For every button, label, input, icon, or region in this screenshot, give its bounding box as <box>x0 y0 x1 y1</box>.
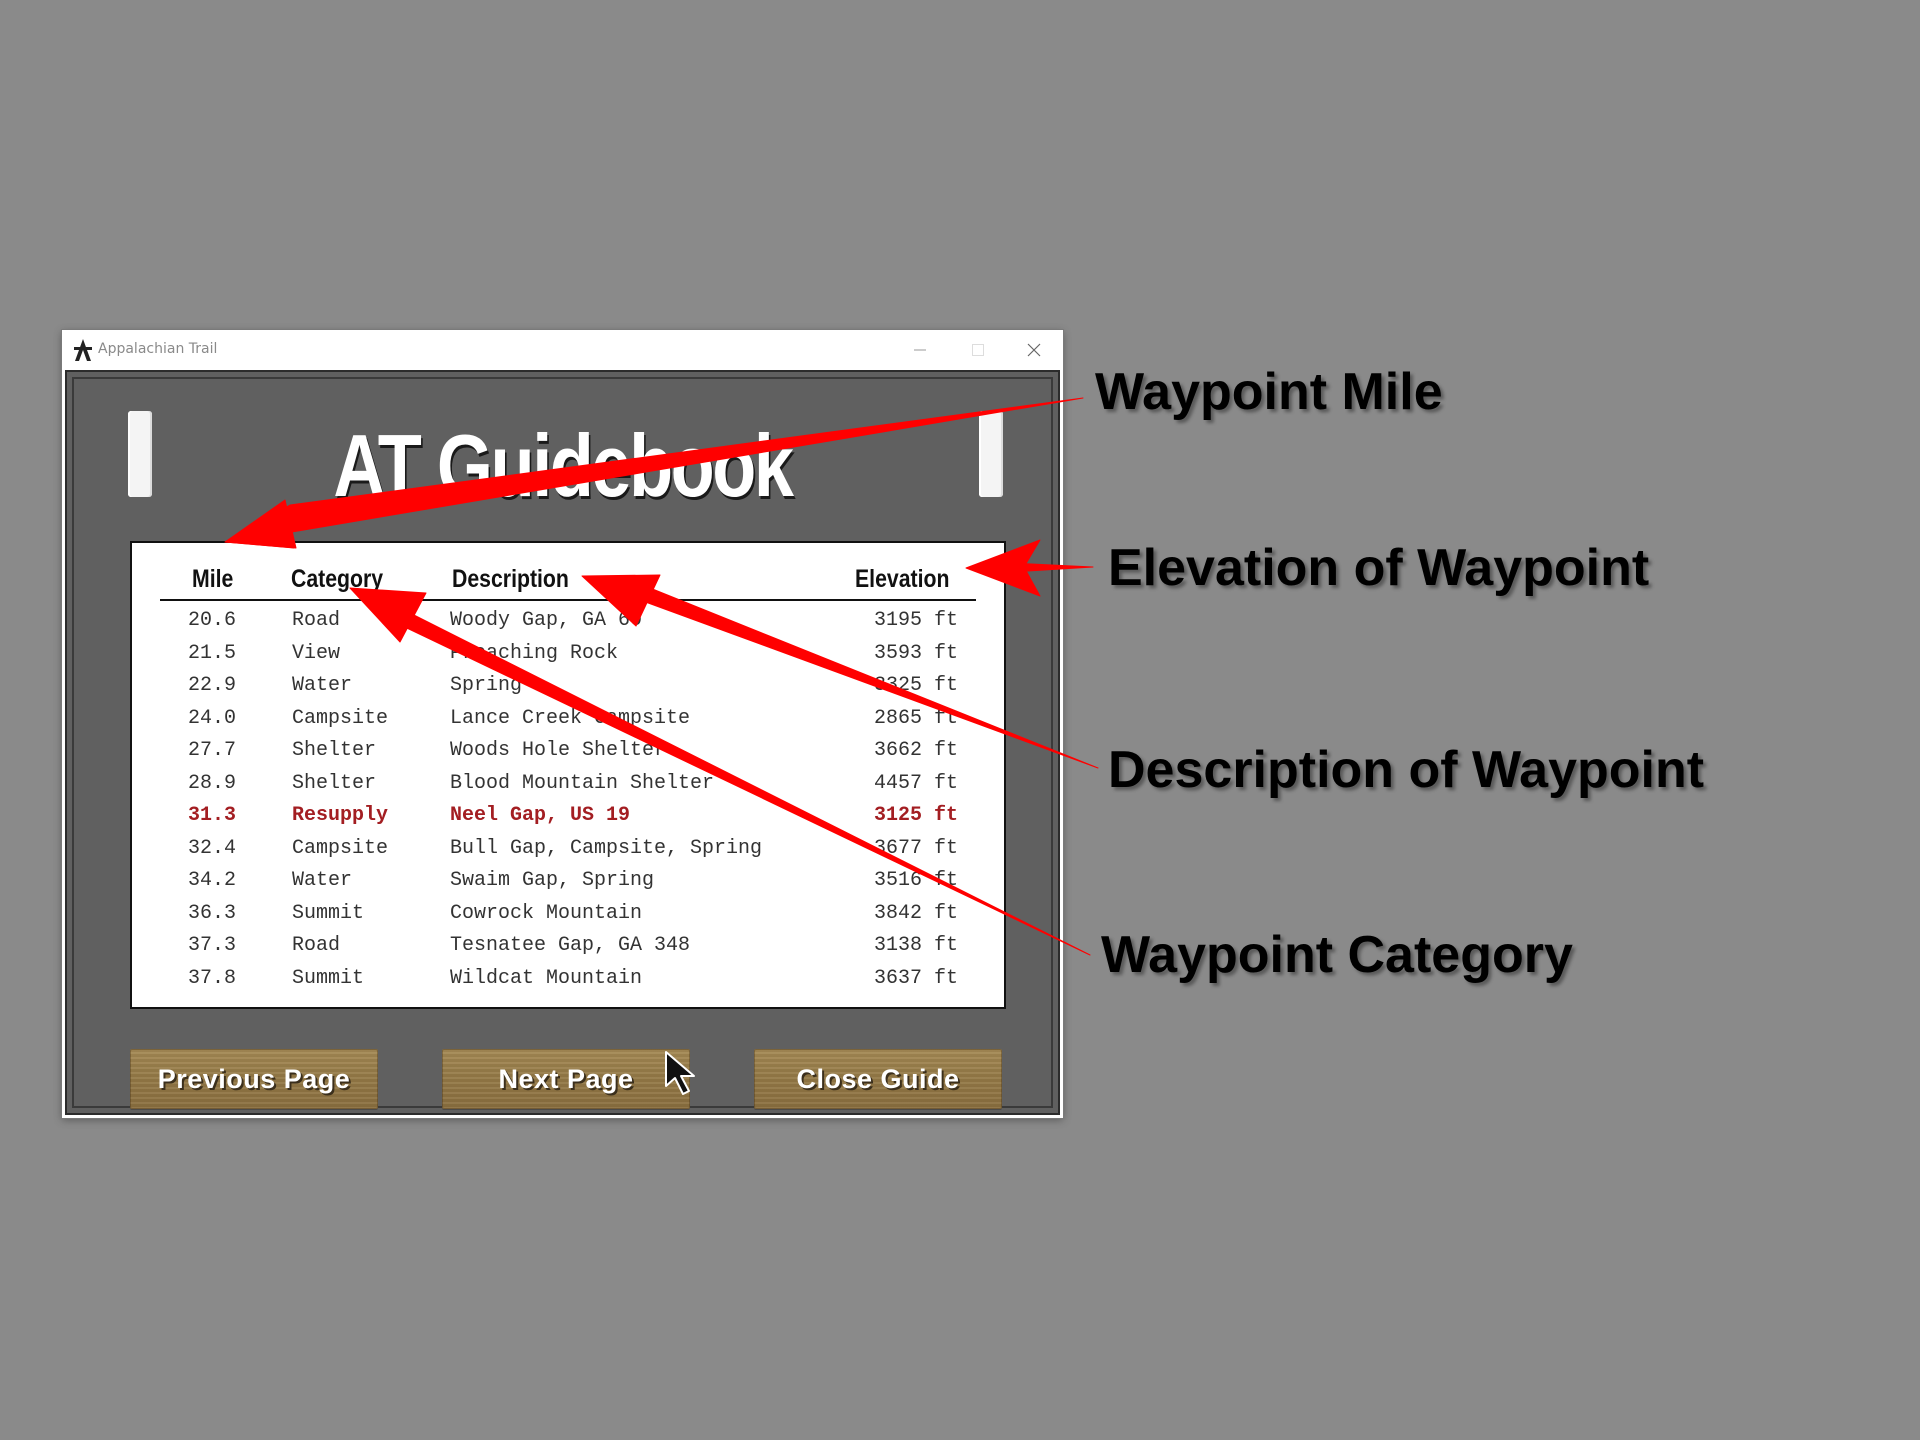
cell-elevation: 3662 ft <box>873 739 958 762</box>
cell-description: Preaching Rock <box>450 641 619 665</box>
cell-mile: 27.7 <box>188 739 237 762</box>
table-row: 20.6 Road Woody Gap, GA 60 3195 ft <box>132 605 1004 637</box>
close-icon <box>1027 343 1041 357</box>
table-row-highlighted: 31.3 Resupply Neel Gap, US 19 3125 ft <box>132 800 1004 832</box>
cell-description: Lance Creek Campsite <box>450 706 691 730</box>
table-row: 36.3 Summit Cowrock Mountain 3842 ft <box>132 898 1004 930</box>
cell-description: Tesnatee Gap, GA 348 <box>450 934 691 957</box>
cell-description: Woody Gap, GA 60 <box>450 609 643 632</box>
cell-category: Summit <box>292 901 365 925</box>
cell-description: Bull Gap, Campsite, Spring <box>450 836 763 860</box>
cell-category: View <box>292 641 341 665</box>
cell-mile: 34.2 <box>188 869 237 892</box>
mouse-cursor-icon <box>665 1051 695 1095</box>
cell-mile: 24.0 <box>188 706 237 730</box>
cell-elevation: 3677 ft <box>873 836 958 860</box>
cell-mile: 36.3 <box>188 901 237 925</box>
cell-elevation: 3637 ft <box>873 966 958 990</box>
previous-page-button[interactable]: Previous Page <box>130 1049 378 1109</box>
column-header-mile: Mile <box>192 565 234 593</box>
minimize-button[interactable] <box>891 330 949 370</box>
guide-panel: AT Guidebook Mile Category Description E… <box>65 370 1060 1115</box>
cell-category: Road <box>292 934 341 957</box>
cell-description: Swaim Gap, Spring <box>450 869 655 892</box>
cell-mile: 28.9 <box>188 771 237 795</box>
minimize-icon <box>914 349 926 351</box>
cell-description: Wildcat Mountain <box>450 966 643 990</box>
cell-category: Resupply <box>292 804 389 827</box>
cell-elevation: 3325 ft <box>873 674 958 697</box>
cell-elevation: 3516 ft <box>873 869 958 892</box>
maximize-button[interactable] <box>949 330 1007 370</box>
cell-elevation: 3195 ft <box>873 609 958 632</box>
table-row: 22.9 Water Spring 3325 ft <box>132 670 1004 702</box>
maximize-icon <box>972 344 984 356</box>
table-row: 27.7 Shelter Woods Hole Shelter 3662 ft <box>132 735 1004 767</box>
cell-description: Woods Hole Shelter <box>450 739 667 762</box>
cell-description: Spring <box>450 674 523 697</box>
close-guide-button[interactable]: Close Guide <box>754 1049 1002 1109</box>
page-title: AT Guidebook <box>333 416 794 515</box>
annotation-category: Waypoint Category <box>1101 926 1573 984</box>
table-row: 28.9 Shelter Blood Mountain Shelter 4457 ft <box>132 768 1004 800</box>
annotation-elevation: Elevation of Waypoint <box>1108 539 1650 597</box>
table-row: 34.2 Water Swaim Gap, Spring 3516 ft <box>132 865 1004 897</box>
column-header-category: Category <box>291 565 384 593</box>
table-header: Mile Category Description Elevation <box>160 563 976 601</box>
close-guide-label: Close Guide <box>796 1063 960 1094</box>
next-page-button[interactable]: Next Page <box>442 1049 690 1109</box>
trail-blaze-right <box>979 411 1003 497</box>
cell-category: Summit <box>292 966 365 990</box>
column-header-elevation: Elevation <box>855 565 950 593</box>
close-window-button[interactable] <box>1005 330 1063 370</box>
cell-elevation: 3842 ft <box>873 901 958 925</box>
table-row: 37.8 Summit Wildcat Mountain 3637 ft <box>132 963 1004 995</box>
app-window: Appalachian Trail AT Guidebook Mile Cate <box>62 330 1063 1118</box>
table-row: 21.5 View Preaching Rock 3593 ft <box>132 638 1004 670</box>
cell-category: Shelter <box>292 739 377 762</box>
cell-elevation: 2865 ft <box>873 706 958 730</box>
column-header-description: Description <box>452 565 569 593</box>
table-row: 37.3 Road Tesnatee Gap, GA 348 3138 ft <box>132 930 1004 962</box>
window-title: Appalachian Trail <box>98 341 218 357</box>
next-page-label: Next Page <box>498 1063 634 1094</box>
cell-mile: 37.3 <box>188 934 237 957</box>
table-row: 32.4 Campsite Bull Gap, Campsite, Spring 36… <box>132 833 1004 865</box>
cell-mile: 32.4 <box>188 836 237 860</box>
cell-description: Neel Gap, US 19 <box>450 804 631 827</box>
cell-mile: 20.6 <box>188 609 237 632</box>
cell-mile: 22.9 <box>188 674 237 697</box>
cell-mile: 37.8 <box>188 966 237 990</box>
cell-elevation: 3593 ft <box>873 641 958 665</box>
cell-description: Blood Mountain Shelter <box>450 771 715 795</box>
cell-category: Water <box>292 674 353 697</box>
cell-mile: 21.5 <box>188 641 237 665</box>
annotation-waypoint-mile: Waypoint Mile <box>1095 363 1443 421</box>
cell-elevation: 4457 ft <box>873 771 958 795</box>
cell-elevation: 3125 ft <box>873 804 958 827</box>
cell-category: Shelter <box>292 771 377 795</box>
screenshot-stage: Appalachian Trail AT Guidebook Mile Cate <box>0 0 1920 1440</box>
trail-logo-icon <box>72 338 94 362</box>
cell-category: Water <box>292 869 353 892</box>
cell-category: Campsite <box>292 706 389 730</box>
trail-blaze-left <box>128 411 152 497</box>
cell-description: Cowrock Mountain <box>450 901 643 925</box>
cell-category: Road <box>292 609 341 632</box>
guide-panel-inner: AT Guidebook Mile Category Description E… <box>72 377 1053 1109</box>
previous-page-label: Previous Page <box>157 1063 351 1094</box>
waypoint-table: Mile Category Description Elevation 20.6… <box>130 541 1006 1009</box>
title-bar[interactable]: Appalachian Trail <box>62 330 1063 370</box>
annotation-description: Description of Waypoint <box>1108 741 1705 799</box>
table-row: 24.0 Campsite Lance Creek Campsite 2865 ft <box>132 703 1004 735</box>
cell-category: Campsite <box>292 836 389 860</box>
cell-elevation: 3138 ft <box>873 934 958 957</box>
cell-mile: 31.3 <box>188 804 237 827</box>
